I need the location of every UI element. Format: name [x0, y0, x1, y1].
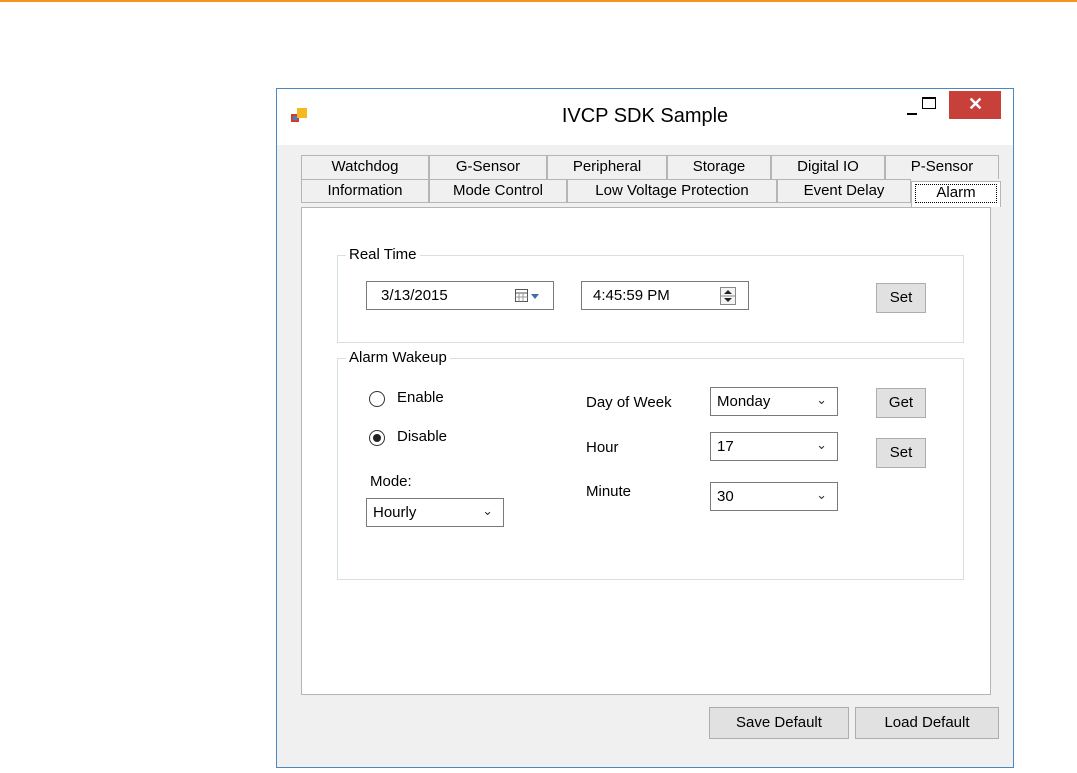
tab-digital-io[interactable]: Digital IO	[771, 155, 885, 179]
date-picker[interactable]: 3/13/2015	[366, 281, 554, 310]
chevron-down-icon: ⌄	[816, 437, 827, 452]
enable-label[interactable]: Enable	[397, 389, 444, 406]
tab-watchdog[interactable]: Watchdog	[301, 155, 429, 179]
minute-select[interactable]: 30 ⌄	[710, 482, 838, 511]
day-of-week-select[interactable]: Monday ⌄	[710, 387, 838, 416]
time-value: 4:45:59 PM	[593, 287, 670, 304]
tab-alarm-label: Alarm	[915, 184, 997, 203]
calendar-icon[interactable]	[515, 289, 541, 303]
hour-label: Hour	[586, 439, 619, 456]
close-button[interactable]: ✕	[949, 91, 1001, 119]
minimize-icon	[907, 113, 917, 115]
time-picker[interactable]: 4:45:59 PM	[581, 281, 749, 310]
enable-radio[interactable]	[369, 391, 385, 407]
alarm-wakeup-group: Alarm Wakeup Enable Disable Mode: Hourly…	[337, 349, 964, 580]
tab-event-delay[interactable]: Event Delay	[777, 179, 911, 203]
maximize-button[interactable]	[919, 91, 945, 125]
tab-alarm[interactable]: Alarm	[911, 181, 1001, 207]
mode-value: Hourly	[373, 504, 417, 521]
tab-low-voltage-protection[interactable]: Low Voltage Protection	[567, 179, 777, 203]
tab-information[interactable]: Information	[301, 179, 429, 203]
load-default-button[interactable]: Load Default	[855, 707, 999, 739]
real-time-group-label: Real Time	[346, 246, 420, 263]
app-window: IVCP SDK Sample ✕ Watchdog G-Sensor Peri…	[276, 88, 1014, 768]
alarm-set-button[interactable]: Set	[876, 438, 926, 468]
mode-select[interactable]: Hourly ⌄	[366, 498, 504, 527]
alarm-get-button[interactable]: Get	[876, 388, 926, 418]
date-value: 3/13/2015	[381, 287, 448, 304]
minute-label: Minute	[586, 483, 632, 500]
chevron-down-icon: ⌄	[816, 392, 827, 407]
alarm-tab-panel: Real Time 3/13/2015 4:45:59 PM Set Alarm…	[301, 207, 991, 695]
day-of-week-value: Monday	[717, 393, 771, 410]
mode-label: Mode:	[370, 473, 412, 490]
tab-p-sensor[interactable]: P-Sensor	[885, 155, 999, 179]
tab-g-sensor[interactable]: G-Sensor	[429, 155, 547, 179]
hour-value: 17	[717, 438, 734, 455]
day-of-week-label: Day of Week	[586, 394, 672, 411]
spinner-icon[interactable]	[720, 287, 736, 305]
chevron-down-icon: ⌄	[816, 487, 827, 502]
real-time-set-button[interactable]: Set	[876, 283, 926, 313]
chevron-down-icon: ⌄	[482, 503, 493, 518]
close-icon: ✕	[968, 94, 984, 114]
hour-select[interactable]: 17 ⌄	[710, 432, 838, 461]
disable-label[interactable]: Disable	[397, 428, 447, 445]
alarm-wakeup-group-label: Alarm Wakeup	[346, 349, 450, 366]
tab-peripheral[interactable]: Peripheral	[547, 155, 667, 179]
top-accent-rule	[0, 0, 1077, 2]
title-bar[interactable]: IVCP SDK Sample ✕	[277, 89, 1013, 145]
tab-storage[interactable]: Storage	[667, 155, 771, 179]
save-default-button[interactable]: Save Default	[709, 707, 849, 739]
minute-value: 30	[717, 488, 734, 505]
real-time-group: Real Time 3/13/2015 4:45:59 PM Set	[337, 246, 964, 343]
tab-mode-control[interactable]: Mode Control	[429, 179, 567, 203]
disable-radio[interactable]	[369, 430, 385, 446]
maximize-icon	[922, 97, 936, 109]
